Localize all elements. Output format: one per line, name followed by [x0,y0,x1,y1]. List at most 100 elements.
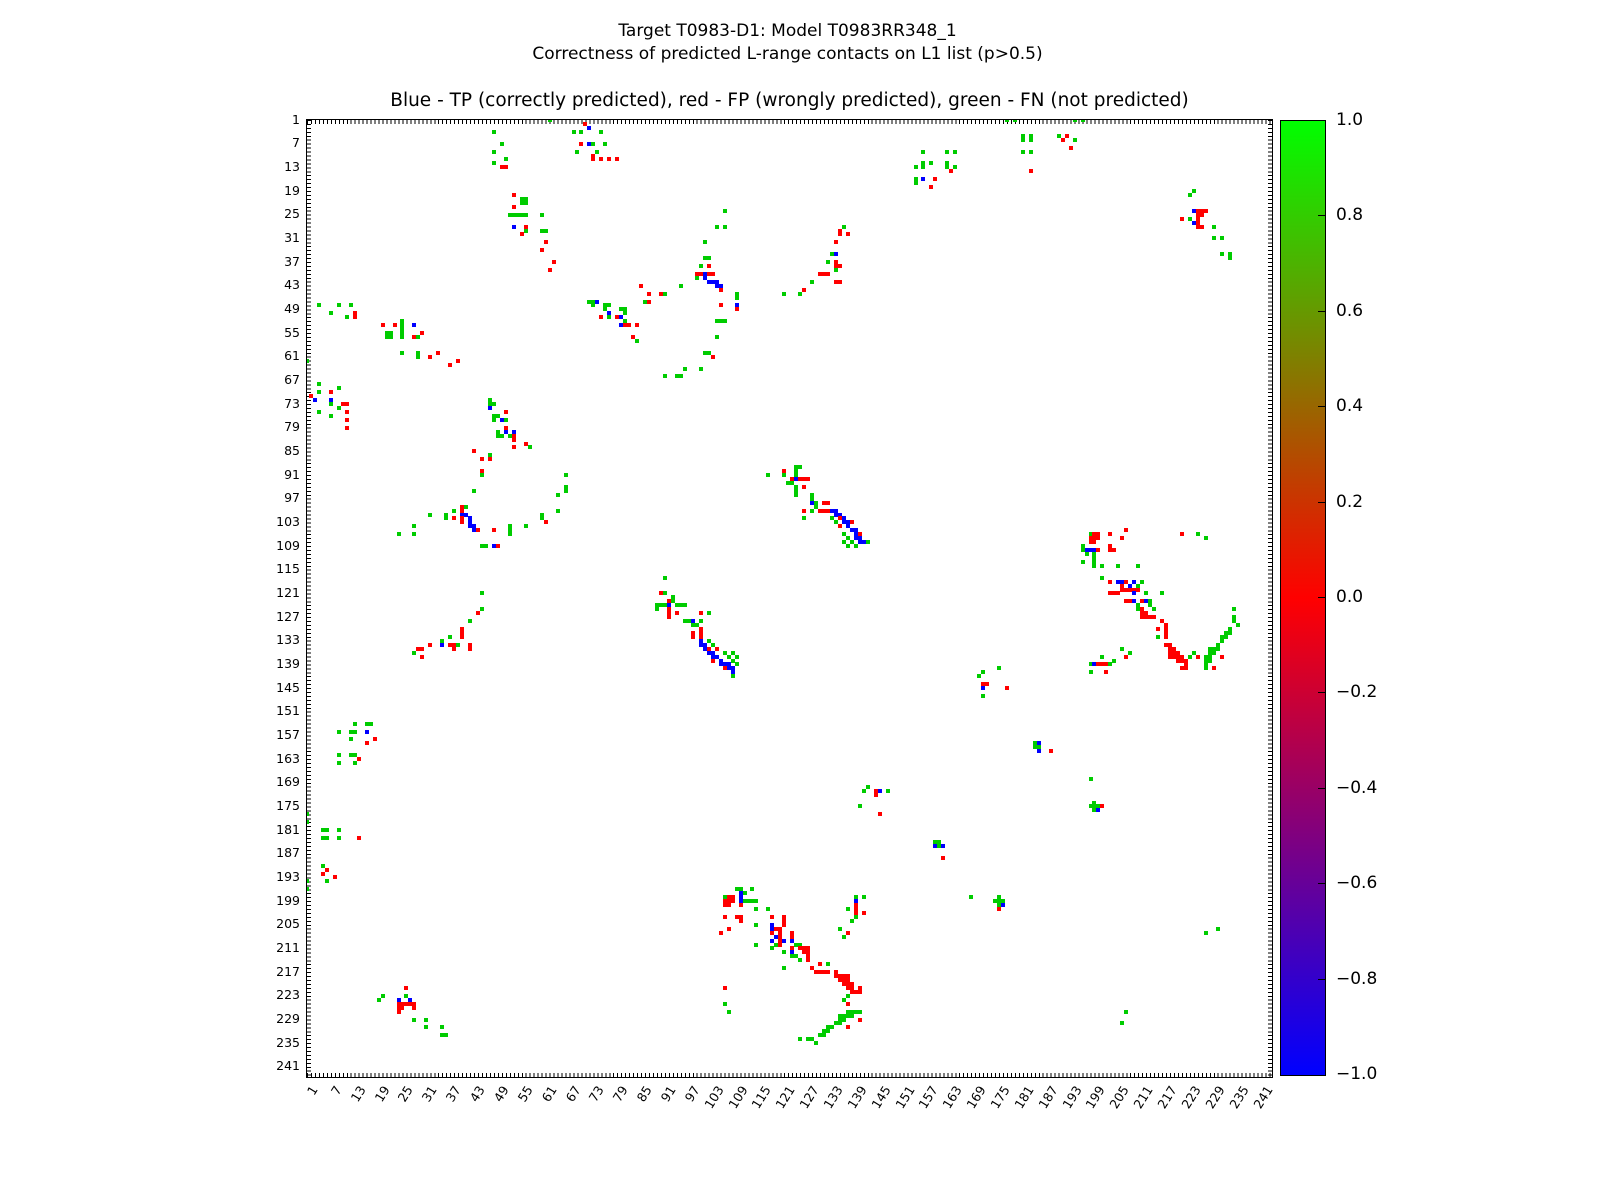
contact-cell [1136,563,1141,568]
contact-cell [579,141,584,146]
contact-cell [1235,623,1240,627]
colorbar-tick-label: −1.0 [1336,1064,1378,1084]
contact-cell [738,918,743,923]
contact-cell [1112,658,1117,663]
contact-cell [662,575,667,580]
y-tick-label: 7 [292,135,300,151]
colorbar-tick-label: 0.0 [1336,587,1364,607]
contact-cell [491,402,496,406]
contact-cell [798,465,803,470]
contact-cell [1120,536,1125,541]
contact-cell [698,366,703,371]
contact-cell [336,828,341,833]
contact-cell [861,788,866,793]
contact-cell [865,784,870,789]
contact-cell [1028,169,1033,174]
contact-cell [420,654,425,659]
contact-cell [1136,587,1141,592]
contact-cell [941,843,946,848]
contact-cell [491,161,496,166]
contact-cell [412,323,417,328]
contact-cell [307,887,309,892]
contact-cell [595,149,600,154]
contact-cell [841,1017,846,1022]
y-tick-label: 1 [292,111,300,127]
contact-cell [328,390,333,395]
y-tick-label: 235 [276,1034,300,1050]
contact-cell [1132,591,1137,596]
contact-cell [845,993,850,998]
contact-cell [523,200,528,205]
contact-cell [635,323,640,328]
y-tick-label: 43 [284,277,300,293]
contact-cell [770,914,775,919]
contact-cell [698,611,703,616]
contact-cell [849,520,854,525]
contact-cell [563,473,568,478]
contact-cell [770,946,775,951]
contact-cell [921,165,926,170]
contact-cell [698,619,703,623]
colorbar-tick-label: 1.0 [1336,110,1364,130]
contact-cell [307,812,309,817]
contact-cell [336,729,341,734]
contact-cell [523,212,528,217]
contact-cell [857,804,862,809]
contact-cell [476,528,480,533]
contact-cell [328,402,333,406]
y-tick-label: 19 [284,182,300,198]
contact-cell [837,524,842,529]
contact-cell [1124,528,1129,533]
contact-cell [766,473,771,478]
contact-cell [1215,646,1220,651]
contact-cell [802,287,807,292]
contact-cell [1072,120,1077,122]
contact-cell [945,149,950,154]
colorbar [1280,120,1326,1076]
contact-cell [1203,666,1208,671]
contact-cell [913,181,918,186]
contact-cell [412,532,417,537]
contact-cell [1060,137,1065,142]
contact-cell [861,895,866,900]
contact-cell [452,508,457,513]
contact-cell [655,607,659,612]
contact-cell [1096,536,1101,541]
contact-cell [1231,607,1236,612]
contact-cell [1219,654,1224,659]
contact-cell [579,129,584,134]
contact-cell [396,1009,401,1014]
top-axis-minor-ticks [307,120,1272,124]
contact-cell [456,642,461,647]
contact-cell [802,516,807,521]
contact-cell [985,682,990,687]
contact-cell [849,918,854,923]
contact-cell [718,303,723,308]
y-tick-label: 217 [276,963,300,979]
contact-cell [460,520,465,525]
contact-cell [678,374,683,379]
contact-cell [380,323,385,328]
contact-cell [674,611,679,616]
contact-cell [503,157,508,162]
contact-cell [877,812,882,817]
contact-cell [921,149,926,154]
y-tick-label: 115 [276,561,300,577]
contact-cell [491,528,496,533]
contact-cell [452,646,457,651]
y-tick-label: 121 [276,584,300,600]
contact-cell [826,962,830,967]
contact-cell [1048,749,1053,754]
contact-cell [316,382,321,387]
contact-cell [356,836,361,840]
contact-cell [1068,145,1073,150]
figure-title-line2: Correctness of predicted L-range contact… [532,44,1043,64]
contact-cell [476,611,480,616]
plot-area [306,119,1273,1078]
contact-cell [766,907,771,911]
contact-cell [997,666,1001,671]
contact-cell [352,761,357,765]
contact-cell [364,729,369,734]
contact-cell [826,271,830,276]
contact-cell [1028,149,1033,154]
